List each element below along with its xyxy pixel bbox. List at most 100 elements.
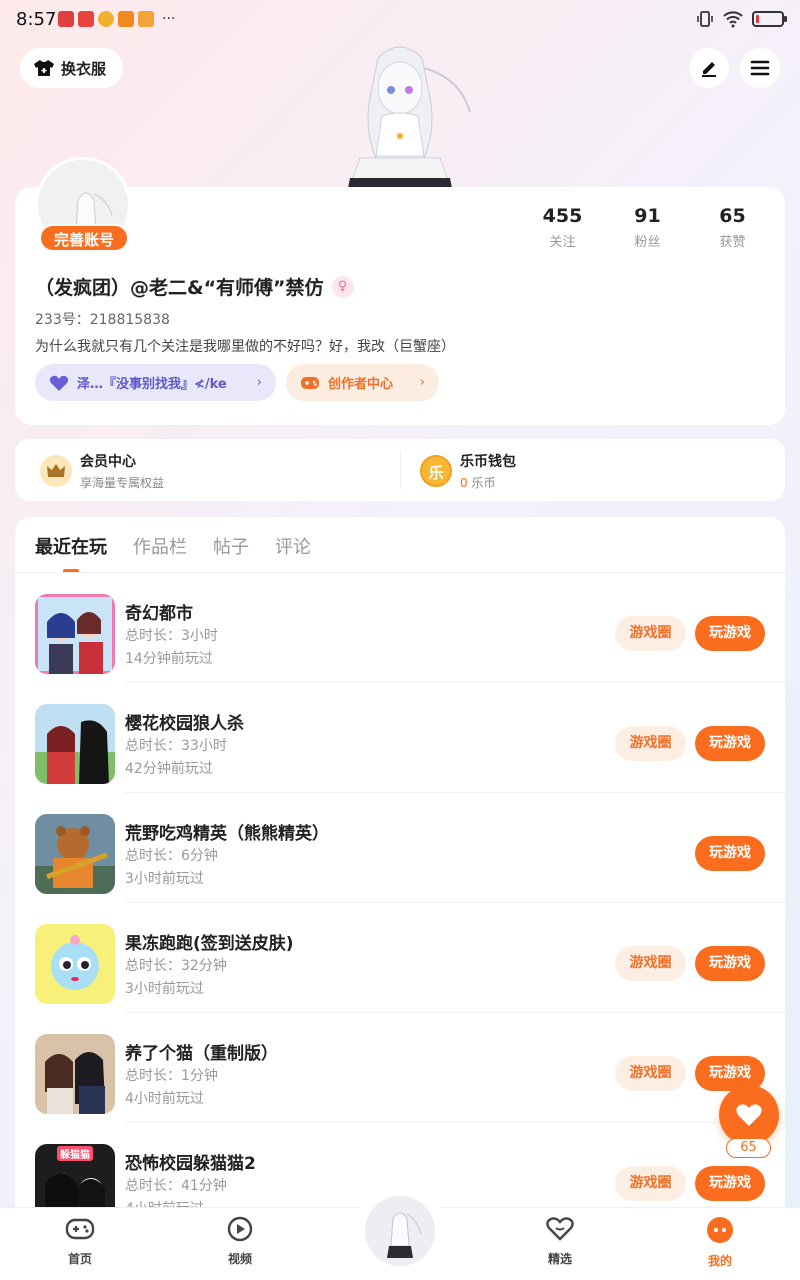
change-outfit-label: 换衣服 <box>61 59 107 78</box>
heart-icon <box>736 1104 762 1126</box>
pen-icon <box>702 62 716 77</box>
game-duration: 总时长：41分钟 <box>125 1178 227 1194</box>
gamepad-icon <box>301 376 319 389</box>
game-row[interactable]: 荒野吃鸡精英（熊熊精英） 总时长：6分钟 3小时前玩过 玩游戏 <box>15 793 785 903</box>
notification-icons: ··· <box>58 11 175 27</box>
battery-level <box>756 15 759 23</box>
play-game-button[interactable]: 玩游戏 <box>695 726 765 761</box>
play-game-button[interactable]: 玩游戏 <box>695 616 765 651</box>
monkey-app-icon <box>98 11 114 27</box>
stat-likes[interactable]: 65 获赞 <box>690 205 775 250</box>
video-icon <box>227 1216 253 1242</box>
game-last-played: 3小时前玩过 <box>125 871 204 887</box>
recent-games-card: 最近在玩 作品栏 帖子 评论 奇幻都市 总时长：3小时 14分钟前玩过 游戏圈 … <box>15 517 785 1237</box>
game-title: 果冻跑跑(签到送皮肤) <box>125 934 294 954</box>
gamepad-icon <box>65 1218 95 1240</box>
nav-label: 精选 <box>547 1252 572 1266</box>
like-fab[interactable] <box>719 1085 779 1145</box>
game-thumbnail[interactable] <box>35 814 115 894</box>
shirt-icon <box>34 60 54 76</box>
bio: 为什么我就只有几个关注是我哪里做的不好吗？好，我改（巨蟹座） <box>35 339 455 355</box>
stat-label: 粉丝 <box>634 235 661 250</box>
game-last-played: 42分钟前玩过 <box>125 761 213 777</box>
club-chip-label: 泽…『没事别找我』≮/ke <box>77 377 227 392</box>
stat-followers[interactable]: 91 粉丝 <box>605 205 690 250</box>
profile-stats: 455 关注 91 粉丝 65 获赞 <box>520 205 775 250</box>
game-duration: 总时长：1分钟 <box>125 1068 218 1084</box>
app-notification-icon <box>58 11 74 27</box>
profile-face-icon <box>707 1217 733 1243</box>
divider <box>400 451 401 489</box>
game-thumbnail[interactable] <box>35 924 115 1004</box>
game-title: 荒野吃鸡精英（熊熊精英） <box>125 824 329 844</box>
avatar-character-image[interactable] <box>320 38 480 190</box>
status-time: 8:57 <box>16 9 57 30</box>
play-game-button[interactable]: 玩游戏 <box>695 946 765 981</box>
tab-comments[interactable]: 评论 <box>275 533 311 559</box>
play-game-button[interactable]: 玩游戏 <box>695 836 765 871</box>
vip-title: 会员中心 <box>80 454 136 470</box>
thumbnail-label: 躲猫猫 <box>57 1146 93 1161</box>
app-notification-icon <box>138 11 154 27</box>
wallet-balance: 0 乐币 <box>460 474 516 491</box>
nickname-row: （发疯团）@老二&“有师傅”禁仿 ♀ <box>35 273 354 300</box>
game-last-played: 3小时前玩过 <box>125 981 204 997</box>
game-duration: 总时长：32分钟 <box>125 958 227 974</box>
game-circle-button[interactable]: 游戏圈 <box>615 616 686 651</box>
game-title: 养了个猫（重制版） <box>125 1044 278 1064</box>
game-thumbnail[interactable] <box>35 594 115 674</box>
game-title: 恐怖校园躲猫猫2 <box>125 1154 256 1174</box>
tab-recently-played[interactable]: 最近在玩 <box>35 533 107 573</box>
user-id: 233号：218815838 <box>35 312 170 328</box>
vip-center-item[interactable]: 会员中心 享海量专属权益 <box>40 451 164 491</box>
tab-posts[interactable]: 帖子 <box>213 533 249 559</box>
menu-icon <box>750 60 770 76</box>
tab-label: 最近在玩 <box>35 537 107 558</box>
member-wallet-card: 会员中心 享海量专属权益 乐 乐币钱包 0 乐币 <box>15 439 785 501</box>
game-duration: 总时长：3小时 <box>125 628 218 644</box>
nav-mine[interactable]: 我的 <box>690 1216 750 1269</box>
stat-label: 获赞 <box>719 235 746 250</box>
wallet-amount: 0 <box>460 476 468 490</box>
nav-label: 我的 <box>707 1254 732 1268</box>
nav-home[interactable]: 首页 <box>50 1216 110 1267</box>
status-bar: 8:57 ··· <box>0 0 800 40</box>
more-notifications-icon: ··· <box>162 11 176 27</box>
game-thumbnail[interactable] <box>35 704 115 784</box>
club-chip[interactable]: 泽…『没事别找我』≮/ke › <box>35 364 276 401</box>
system-icons <box>696 10 787 28</box>
game-thumbnail[interactable] <box>35 1034 115 1114</box>
game-circle-button[interactable]: 游戏圈 <box>615 946 686 981</box>
tab-label: 帖子 <box>213 537 249 558</box>
change-outfit-button[interactable]: 换衣服 <box>20 48 123 88</box>
nav-featured[interactable]: 精选 <box>530 1216 590 1267</box>
stat-following[interactable]: 455 关注 <box>520 205 605 250</box>
game-row[interactable]: 果冻跑跑(签到送皮肤) 总时长：32分钟 3小时前玩过 游戏圈 玩游戏 <box>15 903 785 1013</box>
game-row[interactable]: 樱花校园狼人杀 总时长：33小时 42分钟前玩过 游戏圈 玩游戏 <box>15 683 785 793</box>
nav-video[interactable]: 视频 <box>210 1216 270 1267</box>
tab-label: 作品栏 <box>133 537 187 558</box>
battery-icon <box>752 11 787 27</box>
game-duration: 总时长：6分钟 <box>125 848 218 864</box>
game-circle-button[interactable]: 游戏圈 <box>615 726 686 761</box>
complete-account-button[interactable]: 完善账号 <box>39 224 129 252</box>
game-row[interactable]: 养了个猫（重制版） 总时长：1分钟 4小时前玩过 游戏圈 玩游戏 <box>15 1013 785 1123</box>
game-row[interactable]: 奇幻都市 总时长：3小时 14分钟前玩过 游戏圈 玩游戏 <box>15 573 785 683</box>
play-game-button[interactable]: 玩游戏 <box>695 1166 765 1201</box>
like-count: 65 <box>726 1138 771 1158</box>
creator-center-chip[interactable]: 创作者中心 › <box>286 364 439 401</box>
wallet-unit: 乐币 <box>471 476 496 490</box>
nav-center-avatar[interactable] <box>365 1196 435 1266</box>
wallet-item[interactable]: 乐 乐币钱包 0 乐币 <box>420 451 516 491</box>
game-circle-button[interactable]: 游戏圈 <box>615 1166 686 1201</box>
game-title: 樱花校园狼人杀 <box>125 714 244 734</box>
vibrate-icon <box>697 11 713 27</box>
nav-label: 视频 <box>227 1252 252 1266</box>
edit-button[interactable] <box>689 48 729 88</box>
chevron-right-icon: › <box>419 375 425 390</box>
tab-works[interactable]: 作品栏 <box>133 533 187 559</box>
stat-label: 关注 <box>549 235 576 250</box>
stat-value: 91 <box>634 205 661 227</box>
game-circle-button[interactable]: 游戏圈 <box>615 1056 686 1091</box>
menu-button[interactable] <box>740 48 780 88</box>
